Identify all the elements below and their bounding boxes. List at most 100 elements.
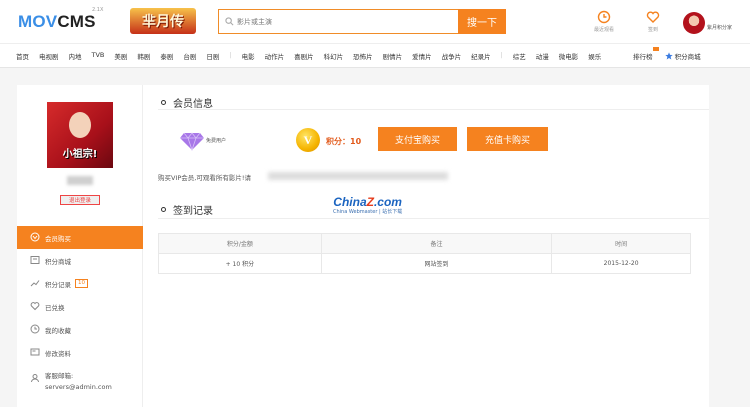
nav-item-tv[interactable]: 电视剧: [39, 51, 59, 61]
heart-icon: [646, 11, 660, 23]
search-button[interactable]: 搜一下: [458, 9, 506, 34]
nav-item-scifi[interactable]: 科幻片: [324, 51, 344, 61]
user-center: 小祖宗! 退出登录 会员购买 积分商城 积分记录 10 已兑换 我的收藏 修改资…: [17, 85, 709, 407]
sidebar-item-label: 会员购买: [45, 234, 71, 243]
nav-item-war[interactable]: 战争片: [442, 51, 462, 61]
logo-version: 2.1X: [92, 7, 104, 13]
clock-icon: [30, 324, 40, 334]
nav-item-action[interactable]: 动作片: [265, 51, 285, 61]
nav-divider: |: [229, 51, 232, 59]
section-divider: [158, 218, 709, 219]
chart-icon: [30, 280, 40, 287]
site-header: MOVCMS 2.1X 芈月传 搜一下 最近观看 签到 紫月积分家: [0, 0, 750, 43]
sidebar-item-label: 已兑换: [45, 303, 65, 312]
sidebar-item-points-log[interactable]: 积分记录 10: [17, 272, 143, 295]
search-icon: [225, 17, 234, 26]
nav-item-mainland[interactable]: 内地: [69, 51, 82, 61]
nav-item-kr[interactable]: 韩剧: [137, 51, 150, 61]
search-input[interactable]: [237, 13, 447, 30]
card-icon: [30, 348, 40, 356]
search-box: [218, 9, 458, 34]
history-label: 最近观看: [593, 27, 614, 33]
nav-categories: 首页 电视剧 内地 TVB 美剧 韩剧 泰剧 台剧 日剧 | 电影 动作片 喜剧…: [16, 51, 601, 61]
shop-icon: [30, 256, 40, 264]
vip-note: 购买VIP会员,可观看所有影片!请: [158, 174, 251, 182]
watermark-sub: China Webmaster | 站长下载: [333, 209, 403, 215]
contact-email[interactable]: servers@admin.com: [45, 382, 112, 393]
sidebar-item-redeemed[interactable]: 已兑换: [17, 295, 143, 318]
watermark-z: Z: [366, 195, 374, 209]
user-avatar[interactable]: 小祖宗!: [47, 102, 113, 168]
promo-banner[interactable]: 芈月传: [130, 8, 196, 34]
diamond-icon: [180, 132, 204, 151]
user-icon: [31, 374, 39, 383]
contact-info: 客服邮箱: servers@admin.com: [31, 371, 112, 393]
avatar[interactable]: [683, 12, 705, 34]
sidebar-item-label: 我的收藏: [45, 326, 71, 335]
watermark-a: China: [333, 195, 367, 209]
username-blurred: [67, 176, 93, 185]
nav-item-home[interactable]: 首页: [16, 51, 29, 61]
sidebar-item-edit-profile[interactable]: 修改资料: [17, 341, 143, 364]
points-mall-label: 积分商城: [674, 53, 701, 61]
vip-icon: [30, 232, 40, 242]
cell-time: 2015-12-20: [551, 253, 691, 274]
signin-table: 积分/金额 备注 时间 + 10 积分 网站签到 2015-12-20: [158, 233, 691, 274]
section-divider: [158, 109, 709, 110]
nav-item-tw[interactable]: 台剧: [183, 51, 196, 61]
points-value: 积分：10: [326, 137, 362, 146]
signin-button[interactable]: 签到: [633, 10, 673, 33]
nav-item-us[interactable]: 美剧: [114, 51, 127, 61]
signin-log-title-text: 签到记录: [173, 206, 213, 217]
nav-item-drama[interactable]: 剧情片: [383, 51, 403, 61]
heart-icon: [30, 302, 40, 311]
sidebar-item-points-mall[interactable]: 积分商城: [17, 249, 143, 272]
header-username[interactable]: 紫月积分家: [707, 24, 732, 31]
logo-mov: MOV: [18, 12, 58, 31]
points-badge: 10: [75, 279, 88, 288]
nav-item-documentary[interactable]: 纪录片: [471, 51, 491, 61]
main-nav: 首页 电视剧 内地 TVB 美剧 韩剧 泰剧 台剧 日剧 | 电影 动作片 喜剧…: [0, 43, 750, 68]
signin-log-title: 签到记录: [161, 202, 213, 217]
nav-item-variety[interactable]: 综艺: [513, 51, 526, 61]
nav-item-comedy[interactable]: 喜剧片: [294, 51, 314, 61]
member-info-title-text: 会员信息: [173, 99, 213, 110]
cell-amount: + 10 积分: [158, 253, 322, 274]
watermark-logo: ChinaZ.com: [333, 195, 402, 209]
sidebar-item-label: 积分记录: [45, 280, 71, 289]
signin-label: 签到: [647, 27, 658, 33]
nav-item-jp[interactable]: 日剧: [206, 51, 219, 61]
nav-item-ranking[interactable]: 排行榜: [633, 47, 658, 61]
sidebar-item-favorites[interactable]: 我的收藏: [17, 318, 143, 341]
history-button[interactable]: 最近观看: [584, 10, 624, 33]
sidebar-item-vip-purchase[interactable]: 会员购买: [17, 226, 143, 249]
user-sidebar: 小祖宗! 退出登录 会员购买 积分商城 积分记录 10 已兑换 我的收藏 修改资…: [17, 85, 143, 407]
nav-item-micro[interactable]: 微电影: [559, 51, 579, 61]
contact-label: 客服邮箱:: [45, 372, 74, 380]
bullet-icon: [161, 207, 166, 212]
main-content: 会员信息 免费用户 V 积分：10 支付宝购买 充值卡购买 购买VIP会员,可观…: [158, 85, 709, 407]
avatar-face: [69, 112, 91, 138]
china-z-watermark: ChinaZ.com China Webmaster | 站长下载: [333, 195, 402, 215]
nav-item-romance[interactable]: 爱情片: [412, 51, 432, 61]
column-header-note: 备注: [320, 233, 553, 254]
nav-item-ent[interactable]: 娱乐: [588, 51, 601, 61]
nav-item-tvb[interactable]: TVB: [92, 51, 105, 61]
nav-item-horror[interactable]: 恐怖片: [353, 51, 373, 61]
logout-button[interactable]: 退出登录: [60, 195, 100, 205]
vip-status: 免费用户: [206, 138, 227, 144]
table-row: + 10 积分 网站签到 2015-12-20: [158, 253, 691, 274]
card-purchase-button[interactable]: 充值卡购买: [467, 127, 548, 151]
cell-note: 网站签到: [320, 253, 553, 274]
column-header-time: 时间: [551, 233, 691, 254]
nav-item-movie[interactable]: 电影: [242, 51, 255, 61]
nav-item-anime[interactable]: 动漫: [536, 51, 549, 61]
clock-icon: [597, 10, 611, 24]
alipay-purchase-button[interactable]: 支付宝购买: [378, 127, 457, 151]
nav-item-points-mall[interactable]: 积分商城: [664, 51, 701, 61]
bullet-icon: [161, 100, 166, 105]
star-icon: [664, 52, 673, 60]
site-logo[interactable]: MOVCMS: [18, 12, 96, 32]
nav-item-th[interactable]: 泰剧: [160, 51, 173, 61]
watermark-b: .com: [373, 195, 402, 209]
